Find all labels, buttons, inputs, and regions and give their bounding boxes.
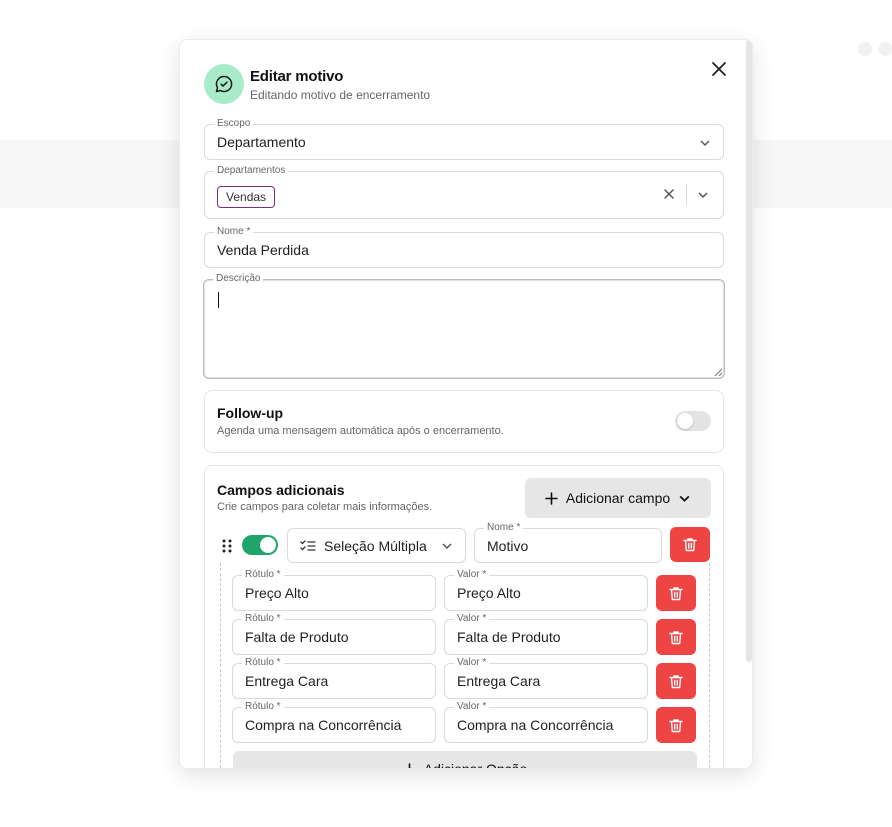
chevron-down-icon[interactable] xyxy=(697,189,709,201)
trash-icon xyxy=(669,674,683,688)
plus-icon xyxy=(408,762,411,768)
department-chip[interactable]: Vendas xyxy=(217,186,276,208)
field-type-value: Seleção Múltipla xyxy=(324,537,427,554)
scope-label: Escopo xyxy=(214,117,254,131)
name-label: Nome * xyxy=(214,225,254,239)
option-value-value: Compra na Concorrência xyxy=(457,717,614,733)
trash-icon xyxy=(669,630,683,644)
option-value-input[interactable]: Valor * Falta de Produto xyxy=(444,612,648,655)
toggle-knob xyxy=(260,537,276,553)
name-value: Venda Perdida xyxy=(217,242,309,258)
field-name-input[interactable]: Nome * Motivo xyxy=(474,521,662,563)
extra-fields-card: Campos adicionais Crie campos para colet… xyxy=(204,465,724,769)
trash-icon xyxy=(669,718,683,732)
close-icon xyxy=(712,62,726,76)
followup-description: Agenda uma mensagem automática após o en… xyxy=(217,425,504,437)
close-button[interactable] xyxy=(708,58,730,80)
description-textarea[interactable]: Descrição xyxy=(203,272,725,379)
delete-field-button[interactable] xyxy=(670,527,710,562)
description-label: Descrição xyxy=(213,272,264,286)
scope-value: Departamento xyxy=(217,134,306,150)
followup-card: Follow-up Agenda uma mensagem automática… xyxy=(204,390,724,453)
add-option-label: Adicionar Opção xyxy=(423,761,528,769)
followup-title: Follow-up xyxy=(217,405,284,421)
checklist-icon xyxy=(300,539,316,551)
option-label-caption: Rótulo * xyxy=(242,700,284,714)
option-value-value: Entrega Cara xyxy=(457,673,541,689)
scope-select[interactable]: Escopo Departamento xyxy=(204,117,724,160)
modal-scrollbar[interactable] xyxy=(746,40,752,662)
option-label-value: Entrega Cara xyxy=(245,673,329,689)
option-value-caption: Valor * xyxy=(454,656,490,670)
extra-fields-title: Campos adicionais xyxy=(217,482,345,498)
option-value-caption: Valor * xyxy=(454,568,490,582)
field-enabled-toggle[interactable] xyxy=(242,535,278,555)
background-dot xyxy=(878,42,892,56)
edit-reason-modal: Editar motivo Editando motivo de encerra… xyxy=(179,39,753,769)
modal-title: Editar motivo xyxy=(250,68,344,85)
extra-fields-description: Crie campos para coletar mais informaçõe… xyxy=(217,501,433,513)
delete-option-button[interactable] xyxy=(656,619,696,655)
divider xyxy=(686,184,687,206)
delete-option-button[interactable] xyxy=(656,575,696,611)
add-option-button[interactable]: Adicionar Opção xyxy=(233,751,697,769)
option-value-input[interactable]: Valor * Preço Alto xyxy=(444,568,648,611)
field-name-value: Motivo xyxy=(487,538,529,554)
option-label-input[interactable]: Rótulo * Compra na Concorrência xyxy=(232,700,436,743)
option-label-value: Compra na Concorrência xyxy=(245,717,402,733)
field-type-select[interactable]: Seleção Múltipla xyxy=(287,528,466,563)
delete-option-button[interactable] xyxy=(656,707,696,743)
chat-check-icon xyxy=(204,64,244,104)
option-value-value: Preço Alto xyxy=(457,585,521,601)
add-field-label: Adicionar campo xyxy=(565,490,671,506)
trash-icon xyxy=(669,586,683,600)
option-label-input[interactable]: Rótulo * Falta de Produto xyxy=(232,612,436,655)
add-field-button[interactable]: Adicionar campo xyxy=(525,478,711,518)
option-label-value: Preço Alto xyxy=(245,585,309,601)
option-value-caption: Valor * xyxy=(454,700,490,714)
option-label-input[interactable]: Rótulo * Entrega Cara xyxy=(232,656,436,699)
toggle-knob xyxy=(677,413,693,429)
modal-subtitle: Editando motivo de encerramento xyxy=(250,88,431,102)
delete-option-button[interactable] xyxy=(656,663,696,699)
option-label-caption: Rótulo * xyxy=(242,568,284,582)
trash-icon xyxy=(683,538,697,552)
text-caret xyxy=(218,292,219,308)
chevron-down-icon xyxy=(699,137,711,149)
chevron-down-icon xyxy=(679,495,690,502)
departments-select[interactable]: Departamentos Vendas xyxy=(204,164,724,219)
option-value-input[interactable]: Valor * Entrega Cara xyxy=(444,656,648,699)
option-label-value: Falta de Produto xyxy=(245,629,349,645)
option-value-caption: Valor * xyxy=(454,612,490,626)
drag-handle-icon[interactable] xyxy=(221,538,233,554)
resize-handle-icon[interactable] xyxy=(714,368,722,376)
option-value-value: Falta de Produto xyxy=(457,629,561,645)
option-label-input[interactable]: Rótulo * Preço Alto xyxy=(232,568,436,611)
background-dot xyxy=(858,42,872,56)
name-input[interactable]: Nome * Venda Perdida xyxy=(204,225,724,268)
clear-icon[interactable] xyxy=(663,188,675,200)
chevron-down-icon xyxy=(441,540,453,552)
option-label-caption: Rótulo * xyxy=(242,612,284,626)
field-name-label: Nome * xyxy=(484,521,524,535)
option-label-caption: Rótulo * xyxy=(242,656,284,670)
departments-label: Departamentos xyxy=(214,164,289,178)
option-value-input[interactable]: Valor * Compra na Concorrência xyxy=(444,700,648,743)
followup-toggle[interactable] xyxy=(675,411,711,431)
plus-icon xyxy=(545,491,558,505)
